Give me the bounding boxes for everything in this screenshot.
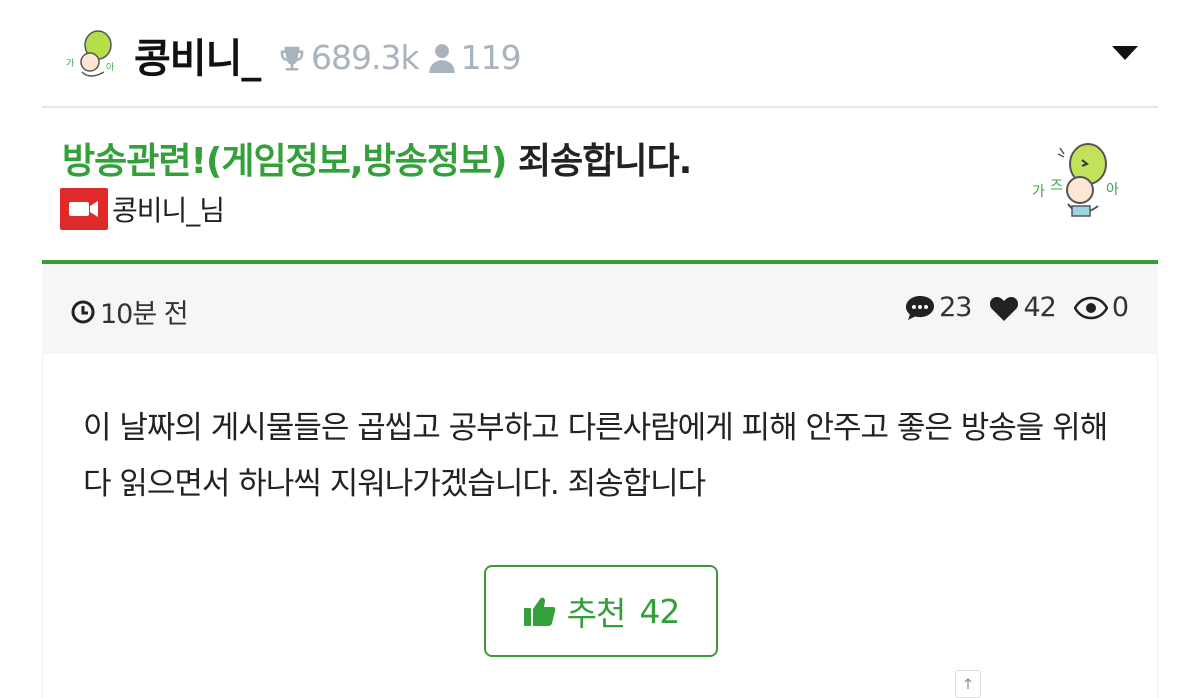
channel-avatar[interactable]: 가 아 <box>64 28 120 80</box>
broadcast-camera-icon <box>60 188 108 230</box>
post-category[interactable]: 방송관련!(게임정보,방송정보) <box>62 141 507 182</box>
post-content: 이 날짜의 게시물들은 곱씹고 공부하고 다른사람에게 피해 안주고 좋은 방송… <box>83 410 1108 502</box>
channel-stats: 689.3k 119 <box>277 38 522 77</box>
recommend-label: 추천 <box>566 594 627 633</box>
recommend-count: 42 <box>639 591 680 631</box>
eye-icon <box>1073 296 1108 319</box>
mascot-image: 가 즈 아 <box>1032 143 1119 217</box>
caret-down-icon[interactable] <box>1110 44 1140 62</box>
comment-count: 23 <box>939 292 972 323</box>
svg-text:가: 가 <box>1032 184 1045 200</box>
comment-icon[interactable] <box>905 294 935 322</box>
user-icon <box>428 43 455 73</box>
author-name: 콩비니_님 <box>112 194 225 227</box>
svg-text:아: 아 <box>1106 182 1119 198</box>
like-count: 42 <box>1023 292 1056 323</box>
follower-count: 119 <box>460 38 522 77</box>
view-count: 0 <box>1111 292 1129 323</box>
post-title: 방송관련!(게임정보,방송정보) 죄송합니다. <box>62 132 692 184</box>
post-meta-bar: 10분 전 23 42 0 <box>42 264 1158 354</box>
recommend-button[interactable]: 추천 42 <box>484 565 718 657</box>
svg-text:즈: 즈 <box>1050 178 1063 194</box>
post-counters: 23 42 0 <box>905 292 1129 323</box>
trophy-count: 689.3k <box>311 38 420 77</box>
scroll-top-button[interactable] <box>955 670 981 698</box>
clock-icon <box>71 300 95 323</box>
post-author[interactable]: 콩비니_님 <box>60 188 225 230</box>
post-page: 가 아 콩비니_ 689.3k 119 방송관련!(게임정보,방송정보) 죄송합… <box>0 0 1200 698</box>
svg-text:가: 가 <box>66 58 74 69</box>
post-time: 10분 전 <box>70 292 189 331</box>
post-time-text: 10분 전 <box>100 299 189 330</box>
thumbs-up-icon <box>523 597 556 626</box>
trophy-icon <box>280 46 304 70</box>
post-header: 방송관련!(게임정보,방송정보) 죄송합니다. 콩비니_님 가 즈 아 <box>42 110 1158 264</box>
channel-header: 가 아 콩비니_ 689.3k 119 <box>42 0 1158 108</box>
post-title-text: 죄송합니다. <box>506 141 692 182</box>
channel-name[interactable]: 콩비니_ <box>134 26 261 84</box>
post-body: 이 날짜의 게시물들은 곱씹고 공부하고 다른사람에게 피해 안주고 좋은 방송… <box>42 354 1158 698</box>
arrow-up-icon <box>964 678 972 689</box>
heart-icon[interactable] <box>989 294 1019 322</box>
svg-text:아: 아 <box>106 62 115 73</box>
